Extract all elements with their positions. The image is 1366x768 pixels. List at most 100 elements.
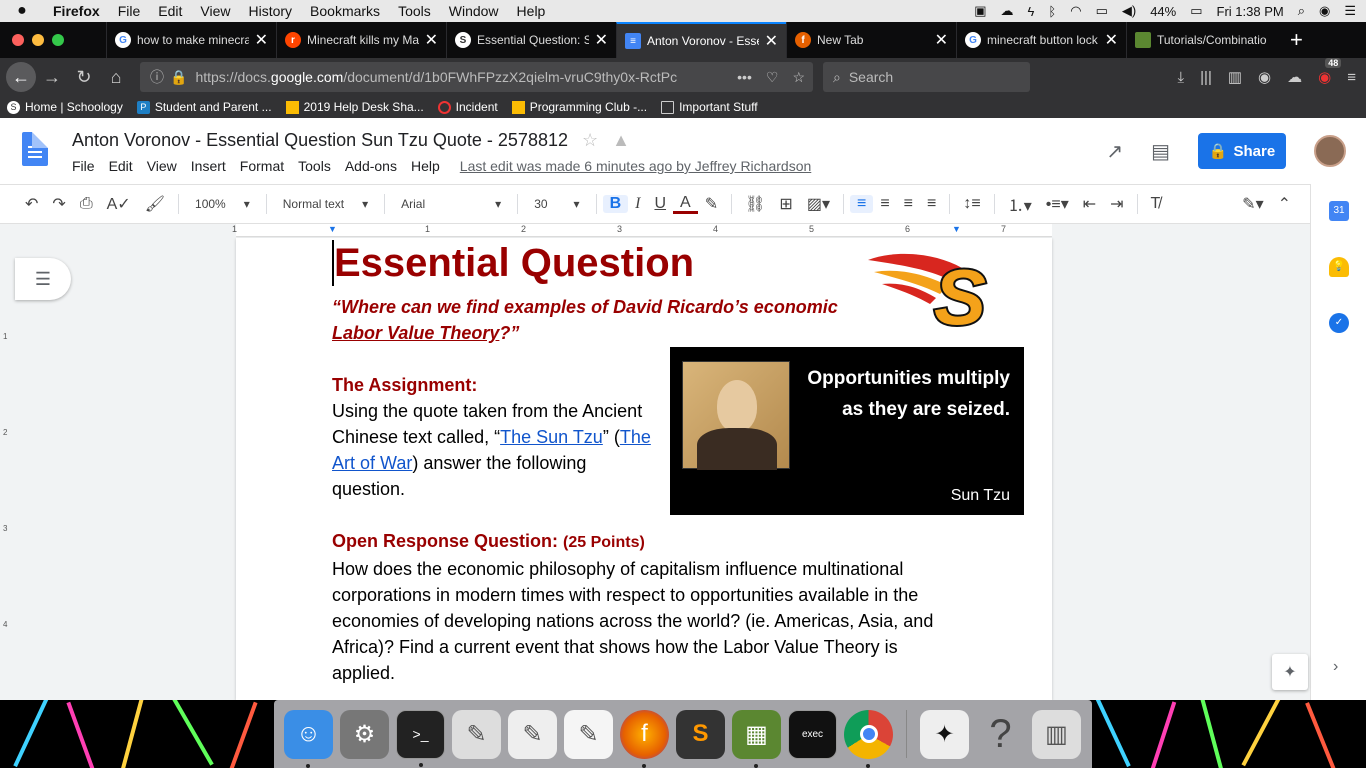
doc-title[interactable]: Anton Voronov - Essential Question Sun T… [72,130,568,151]
back-button[interactable]: ← [6,62,36,92]
close-tab-icon[interactable]: ✕ [255,30,268,50]
line-spacing-icon[interactable]: ↕≡ [956,195,987,213]
help-icon[interactable]: ? [976,710,1025,759]
textedit-icon[interactable]: ✎ [508,709,557,759]
align-right-icon[interactable]: ≡ [897,195,920,213]
link-icon[interactable]: ⛓ [738,194,772,214]
docs-menu-tools[interactable]: Tools [298,158,331,174]
volume-icon[interactable]: ◀) [1122,3,1136,19]
italic-icon[interactable]: I [628,195,647,213]
finder-icon[interactable]: ☺ [284,709,333,768]
forward-button[interactable]: → [36,67,68,88]
new-tab-icon[interactable]: + [1276,27,1317,53]
numbered-list-icon[interactable]: ⒈▾ [1001,192,1039,216]
minecraft-icon[interactable]: ▦ [732,709,781,768]
bluetooth-icon[interactable]: ᛒ [1048,4,1056,19]
home-button[interactable]: ⌂ [100,67,132,88]
docs-menu-file[interactable]: File [72,158,95,174]
spellcheck-icon[interactable]: A✓ [100,194,138,214]
last-edit-link[interactable]: Last edit was made 6 minutes ago by Jeff… [460,158,811,174]
avatar[interactable] [1314,135,1346,167]
move-to-folder-icon[interactable]: ▲ [612,130,630,151]
tab-reddit[interactable]: r Minecraft kills my Ma ✕ [276,22,446,58]
chrome-icon[interactable] [844,709,893,768]
editing-mode-icon[interactable]: ✎▾ [1235,194,1270,214]
box-icon[interactable]: ▣ [974,3,986,19]
apple-icon[interactable]: ● [0,2,44,20]
print-icon[interactable]: ⎙ [73,195,100,213]
siri-icon[interactable]: ◉ [1319,3,1330,19]
explore-button[interactable]: ✦ [1272,654,1308,690]
docs-menu-format[interactable]: Format [240,158,284,174]
extension-icon[interactable]: ☁ [1287,68,1302,86]
text-color-icon[interactable]: A [673,194,698,214]
terminal-icon[interactable]: >_ [396,709,445,767]
docs-menu-addons[interactable]: Add-ons [345,158,397,174]
docs-menu-edit[interactable]: Edit [109,158,133,174]
spotlight-icon[interactable]: ⌕ [1298,3,1305,19]
tab-google-minecraft[interactable]: Ghow to make minecra ✕ [106,22,276,58]
tab-minecraft-wiki[interactable]: Tutorials/Combinatio [1126,22,1276,58]
star-icon[interactable]: ☆ [582,130,598,151]
menu-history[interactable]: History [239,3,301,19]
sun-tzu-quote-image[interactable]: Opportunities multiply as they are seize… [670,347,1024,515]
hamburger-menu-icon[interactable]: ≡ [1347,69,1356,86]
info-icon[interactable]: ⓘ [150,67,164,87]
system-preferences-icon[interactable]: ⚙ [340,709,389,759]
script-editor-icon[interactable]: ✎ [452,709,501,759]
decrease-indent-icon[interactable]: ⇤ [1076,194,1103,214]
tab-schoology[interactable]: S Essential Question: S ✕ [446,22,616,58]
menu-window[interactable]: Window [440,3,508,19]
close-tab-icon[interactable]: ✕ [595,30,608,50]
library-icon[interactable]: ||| [1200,69,1212,86]
align-center-icon[interactable]: ≡ [873,195,896,213]
insert-image-icon[interactable]: ▨▾ [800,194,837,214]
bookmark-help-desk[interactable]: 2019 Help Desk Sha... [279,100,431,114]
pocket-icon[interactable]: ♡ [766,69,779,86]
bulleted-list-icon[interactable]: •≡▾ [1039,194,1076,214]
tasks-icon[interactable]: ✓ [1329,313,1349,333]
close-tab-icon[interactable]: ✕ [1105,30,1118,50]
close-tab-icon[interactable]: ✕ [935,30,948,50]
drive-sync-icon[interactable]: ☁ [1001,3,1014,19]
zoom-window-button[interactable] [52,34,64,46]
bookmark-incident[interactable]: Incident [431,100,505,114]
horizontal-ruler[interactable]: 1 ▼ 1 2 3 4 5 6 ▼ 7 [232,224,1052,237]
document-page[interactable]: Essential Question “Where can we find ex… [236,238,1052,700]
align-left-icon[interactable]: ≡ [849,195,874,213]
docs-menu-help[interactable]: Help [411,158,440,174]
sun-tzu-link[interactable]: The Sun Tzu [500,427,603,447]
close-tab-icon[interactable]: ✕ [425,30,438,50]
style-select[interactable]: Normal text ▾ [273,197,378,211]
notification-center-icon[interactable]: ☰ [1344,3,1356,19]
menu-file[interactable]: File [109,3,150,19]
document-outline-button[interactable]: ☰ [15,258,71,300]
activity-dashboard-icon[interactable]: ↗ [1106,139,1123,164]
clear-formatting-icon[interactable]: T̸ [1144,195,1168,213]
font-size-select[interactable]: 30 ▾ [524,197,589,211]
battery-percent[interactable]: 44% [1150,4,1176,19]
exec-icon[interactable]: exec [788,709,837,759]
expand-panel-icon[interactable]: › [1333,658,1338,676]
font-select[interactable]: Arial ▾ [391,197,511,211]
tab-docs-active[interactable]: ≡ Anton Voronov - Esse ✕ [616,22,786,58]
bookmark-star-icon[interactable]: ☆ [792,69,805,86]
firefox-icon[interactable]: f [620,709,669,768]
paint-format-icon[interactable]: 🖌 [138,194,172,214]
redo-icon[interactable]: ↷ [45,194,72,214]
bookmark-programming-club[interactable]: Programming Club -... [505,100,654,114]
menu-help[interactable]: Help [508,3,555,19]
comment-add-icon[interactable]: ⊞ [772,194,799,214]
tab-google-button[interactable]: Gminecraft button lock ✕ [956,22,1126,58]
reload-button[interactable]: ↻ [68,67,100,88]
downloads-icon[interactable]: ⤓ [1178,69,1185,86]
power-icon[interactable]: ϟ [1028,4,1035,19]
menu-bookmarks[interactable]: Bookmarks [301,3,389,19]
docs-menu-view[interactable]: View [147,158,177,174]
wifi-icon[interactable]: ◠ [1070,3,1081,19]
bookmark-student-parent[interactable]: P Student and Parent ... [130,100,279,114]
search-bar[interactable]: ⌕ Search [823,62,1030,92]
docs-home-icon[interactable] [22,132,48,166]
minimize-window-button[interactable] [32,34,44,46]
undo-icon[interactable]: ↶ [18,194,45,214]
